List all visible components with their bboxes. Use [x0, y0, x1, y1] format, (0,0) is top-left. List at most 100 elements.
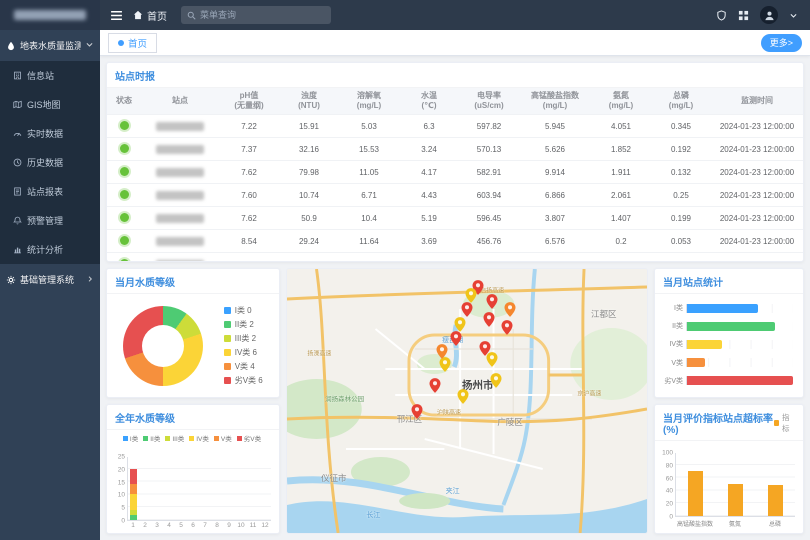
- legend-label: II类: [150, 433, 160, 443]
- value-cell: 7.37: [219, 138, 279, 161]
- apps-grid-icon[interactable]: [738, 10, 749, 21]
- stack-segment: [130, 484, 137, 494]
- map-marker-pin[interactable]: [462, 302, 473, 317]
- x-tick-label: 2: [139, 522, 151, 531]
- tab-home[interactable]: 首页: [108, 33, 157, 53]
- year-grade-title: 全年水质等级: [107, 405, 279, 430]
- chevron-down-icon[interactable]: [789, 11, 798, 20]
- hbar-track: [686, 304, 793, 313]
- status-ok-dot: [120, 236, 129, 245]
- value-cell: 7.60: [219, 184, 279, 207]
- search-icon: [187, 11, 196, 20]
- sidebar-group-surface-water-system[interactable]: 地表水质量监测系统: [0, 30, 100, 61]
- site-name-blurred: [156, 237, 204, 246]
- map-marker-pin[interactable]: [440, 357, 451, 372]
- hbar-label: IV类: [659, 339, 683, 349]
- logo-text-blurred: [14, 10, 86, 20]
- map-marker-pin[interactable]: [458, 389, 469, 404]
- table-row[interactable]: 7.9633.083.435.38641.957.894.9440.145202…: [107, 253, 803, 263]
- month-grade-panel: 当月水质等级 I类 0II类 2III类 2IV类 6V类 4劣V类 6: [106, 268, 280, 398]
- map-marker-pin[interactable]: [451, 331, 462, 346]
- legend-item: II类 2: [224, 319, 263, 330]
- map-marker-pin[interactable]: [487, 352, 498, 367]
- month-station-stats-title: 当月站点统计: [655, 269, 803, 294]
- map-marker-pin[interactable]: [411, 404, 422, 419]
- map-marker-pin[interactable]: [436, 344, 447, 359]
- legend-item: III类 2: [224, 333, 263, 344]
- value-cell: 8.54: [219, 230, 279, 253]
- site-name-blurred: [156, 168, 204, 177]
- map-marker-pin[interactable]: [483, 312, 494, 327]
- map-marker-pin[interactable]: [490, 373, 501, 388]
- sidebar-item-info-station[interactable]: 信息站: [0, 61, 100, 90]
- value-cell: 4.17: [399, 161, 459, 184]
- hbar-bar: [687, 304, 758, 313]
- map-marker-pin[interactable]: [454, 317, 465, 332]
- map-marker-pin[interactable]: [429, 378, 440, 393]
- map-marker-pin[interactable]: [465, 288, 476, 303]
- user-avatar[interactable]: [760, 6, 778, 24]
- map-marker-pin[interactable]: [501, 320, 512, 335]
- sidebar-item-alert-manage[interactable]: 预警管理: [0, 206, 100, 235]
- menu-search-box[interactable]: [181, 6, 331, 24]
- dashboard-content: 站点时报 状态站点pH值(无量纲)浊度(NTU)溶解氧(mg/L)水温(℃)电导…: [100, 56, 810, 540]
- hbar-label: II类: [659, 321, 683, 331]
- sidebar-group-base-manage-system[interactable]: 基础管理系统: [0, 264, 100, 295]
- sidebar-item-stat-analysis[interactable]: 统计分析: [0, 235, 100, 264]
- realtime-data-icon: [13, 129, 22, 138]
- value-cell: 596.45: [459, 207, 519, 230]
- tab-active-dot: [118, 40, 124, 46]
- info-station-icon: [13, 71, 22, 80]
- table-row[interactable]: 8.5429.2411.643.69456.766.5760.20.053202…: [107, 230, 803, 253]
- x-tick-label: 12: [259, 522, 271, 531]
- surface-water-system-icon: [6, 41, 16, 51]
- sidebar-item-station-report[interactable]: 站点报表: [0, 177, 100, 206]
- sidebar-item-history-data[interactable]: 历史数据: [0, 148, 100, 177]
- value-cell: 0.192: [651, 138, 711, 161]
- breadcrumb[interactable]: 首页: [133, 8, 167, 23]
- legend-item: V类 4: [224, 361, 263, 372]
- station-report-table: 状态站点pH值(无量纲)浊度(NTU)溶解氧(mg/L)水温(℃)电导率(uS/…: [107, 88, 803, 262]
- donut-legend: I类 0II类 2III类 2IV类 6V类 4劣V类 6: [224, 305, 263, 386]
- table-row[interactable]: 7.6279.9811.054.17582.919.9141.9110.1322…: [107, 161, 803, 184]
- y-tick-label: 15: [118, 479, 125, 486]
- legend-item: 劣V类 6: [224, 375, 263, 386]
- table-row[interactable]: 7.3732.1615.533.24570.135.6261.8520.1922…: [107, 138, 803, 161]
- breadcrumb-home[interactable]: 首页: [147, 8, 167, 23]
- site-cell: [141, 253, 219, 263]
- sidebar-item-gis-map[interactable]: GIS地图: [0, 90, 100, 119]
- map-panel[interactable]: 扬州市邗江区广陵区江都区仪征市润扬森林公园瘦西湖沪陕高速启扬高速京沪高速扬溧高速…: [286, 268, 648, 534]
- value-cell: 5.626: [519, 138, 591, 161]
- hbar-bar: [687, 322, 775, 331]
- status-ok-dot: [120, 213, 129, 222]
- exceed-rate-legend: 指标: [774, 412, 795, 434]
- hamburger-icon[interactable]: [100, 9, 133, 22]
- more-button[interactable]: 更多>: [761, 34, 802, 52]
- table-row[interactable]: 7.6010.746.714.43603.946.8662.0610.25202…: [107, 184, 803, 207]
- map-marker-pin[interactable]: [487, 294, 498, 309]
- site-cell: [141, 184, 219, 207]
- map-marker-pin[interactable]: [505, 302, 516, 317]
- table-row[interactable]: 7.6250.910.45.19596.453.8071.4070.199202…: [107, 207, 803, 230]
- legend-label: IV类: [196, 433, 209, 443]
- value-cell: 6.866: [519, 184, 591, 207]
- y-tick-label: 0: [121, 518, 125, 525]
- hbar-label: V类: [659, 358, 683, 368]
- sidebar-item-realtime-data[interactable]: 实时数据: [0, 119, 100, 148]
- tab-home-label: 首页: [128, 36, 147, 50]
- month-grade-chart: I类 0II类 2III类 2IV类 6V类 4劣V类 6: [107, 294, 279, 397]
- hbar-row: V类: [659, 358, 793, 368]
- column-header: 状态: [107, 88, 141, 115]
- donut-hole: [142, 325, 184, 367]
- value-cell: 7.96: [219, 253, 279, 263]
- value-cell: 4.944: [591, 253, 651, 263]
- hbar-bar: [687, 358, 705, 367]
- shield-icon[interactable]: [716, 10, 727, 21]
- month-slot: [140, 457, 152, 520]
- value-cell: 2024-01-23 12:00:00: [711, 138, 803, 161]
- menu-search-input[interactable]: [200, 10, 325, 20]
- column-header: pH值(无量纲): [219, 88, 279, 115]
- legend-label: V类 4: [235, 361, 255, 372]
- table-row[interactable]: 7.2215.915.036.3597.825.9454.0510.345202…: [107, 115, 803, 138]
- value-cell: 597.82: [459, 115, 519, 138]
